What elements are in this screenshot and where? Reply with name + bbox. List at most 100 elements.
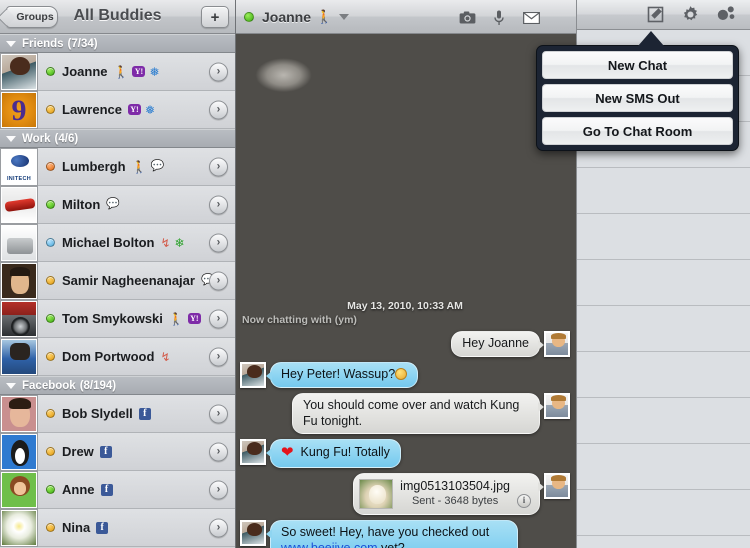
buddy-name: Lumbergh [62,159,126,174]
group-header-work[interactable]: Work (4/6) [0,129,235,148]
aim-running-man-icon: 🚶 [316,8,333,24]
chevron-right-icon[interactable]: › [209,271,228,290]
icq-badge-icon: ❄ [174,235,185,250]
buddy-row[interactable]: Dom Portwood ↯ › [0,337,235,376]
presence-dot-online [46,200,55,209]
buddy-row[interactable]: Lumbergh 🚶💬 › [0,147,235,186]
group-icon[interactable] [717,6,736,23]
chevron-right-icon[interactable]: › [209,157,228,176]
menu-item-go-to-chat-room[interactable]: Go To Chat Room [542,117,733,145]
list-item[interactable] [577,214,750,260]
service-badges: ↯ ❄ [160,237,184,249]
buddy-row[interactable]: Milton 💬 › [0,185,235,224]
msn-badge-icon: ❅ [144,102,156,117]
buddy-name: Anne [62,482,95,497]
avatar [0,337,38,376]
buddy-name: Samir Nagheenanajar [62,273,195,288]
gear-icon[interactable] [681,5,700,24]
message-row: ❤ Kung Fu! Totally [240,439,570,468]
compose-icon[interactable] [647,6,664,23]
message-bubble[interactable]: You should come over and watch Kung Fu t… [292,393,544,435]
chevron-right-icon[interactable]: › [209,347,228,366]
buddy-list-toolbar: Groups All Buddies + [0,0,235,34]
list-item[interactable] [577,352,750,398]
chevron-right-icon[interactable]: › [209,62,228,81]
chevron-right-icon[interactable]: › [209,233,228,252]
camera-icon[interactable] [458,9,476,26]
buddy-row[interactable]: Samir Nagheenanajar 💬 › [0,261,235,300]
presence-dot-busy [46,162,55,171]
avatar [0,432,38,471]
menu-item-new-sms-out[interactable]: New SMS Out [542,84,733,112]
chevron-right-icon[interactable]: › [209,518,228,537]
chat-message-list[interactable]: May 13, 2010, 10:33 AM Now chatting with… [236,34,576,548]
chevron-right-icon[interactable]: › [209,480,228,499]
disclosure-triangle-icon[interactable] [6,40,16,47]
buddy-name: Tom Smykowski [62,311,163,326]
facebook-badge-icon: f [96,521,109,534]
buddy-row[interactable]: Anne f › [0,470,235,509]
disclosure-triangle-icon[interactable] [6,135,16,142]
message-bubble[interactable]: Hey Joanne [451,331,544,357]
list-item[interactable] [577,306,750,352]
chevron-right-icon[interactable]: › [209,404,228,423]
avatar [0,508,38,547]
group-name: Facebook [22,379,76,392]
avatar [240,520,266,546]
avatar [0,299,38,338]
buddy-row[interactable]: Lawrence Y!❅ › [0,90,235,129]
message-bubble[interactable]: ❤ Kung Fu! Totally [266,439,401,468]
menu-item-new-chat[interactable]: New Chat [542,51,733,79]
message-bubble[interactable]: Hey Peter! Wassup? [265,362,419,388]
yahoo-badge-icon: Y! [187,313,201,324]
file-meta: img0513103504.jpg Sent - 3648 bytes [400,479,510,508]
service-badges: 🚶 💬 [132,161,165,173]
buddy-row[interactable]: Michael Bolton ↯ ❄ › [0,223,235,262]
service-badges: Y! ❅ [127,102,156,117]
group-header-facebook[interactable]: Facebook (8/194) [0,376,235,395]
list-item[interactable] [577,536,750,548]
mobile-badge-icon: ↯ [160,349,171,364]
list-item[interactable] [577,168,750,214]
envelope-icon[interactable] [522,9,540,26]
chevron-right-icon[interactable]: › [209,100,228,119]
buddy-row[interactable]: Tom Smykowski 🚶 Y! › [0,299,235,338]
list-item[interactable] [577,260,750,306]
avatar [0,394,38,433]
chat-bubble-badge-icon: 💬 [106,198,120,210]
chevron-right-icon[interactable]: › [209,442,228,461]
avatar [0,147,38,186]
list-item[interactable] [577,490,750,536]
service-badges: 🚶 Y! ❅ [114,66,160,78]
buddy-list-scroll[interactable]: Friends(7/34)Joanne🚶Y!❅›LawrenceY!❅›Work… [0,34,235,548]
group-header-friends[interactable]: Friends (7/34) [0,34,235,53]
message-row: Hey Peter! Wassup? [240,362,570,388]
chevron-right-icon[interactable]: › [209,309,228,328]
message-row: So sweet! Hey, have you checked out www.… [240,520,570,548]
presence-dot-online [46,67,55,76]
avatar [240,362,266,388]
info-icon[interactable]: i [517,494,531,508]
beejive-link[interactable]: www.beejive.com [281,541,378,548]
service-badges: f [138,407,151,420]
facebook-badge-icon: f [138,407,151,420]
group-count: (7/34) [67,37,98,50]
buddy-list-panel: Groups All Buddies + Friends (7/34) Joanne… [0,0,236,548]
microphone-icon[interactable] [490,9,508,26]
message-text: Kung Fu! Totally [300,445,390,460]
buddy-row[interactable]: Bob Slydell f › [0,394,235,433]
buddy-row[interactable]: Nina f › [0,508,235,547]
list-item[interactable] [577,398,750,444]
add-buddy-button[interactable]: + [201,6,229,28]
file-transfer-bubble[interactable]: img0513103504.jpg Sent - 3648 bytes i [353,473,544,515]
disclosure-triangle-icon[interactable] [6,382,16,389]
yahoo-badge-icon: Y! [132,66,146,77]
presence-dot-away [46,276,55,285]
message-bubble[interactable]: So sweet! Hey, have you checked out www.… [266,520,518,548]
chevron-right-icon[interactable]: › [209,195,228,214]
buddy-row[interactable]: Drew f › [0,432,235,471]
chevron-down-icon[interactable] [339,13,350,20]
buddy-name: Dom Portwood [62,349,155,364]
list-item[interactable] [577,444,750,490]
buddy-row[interactable]: Joanne 🚶 Y! ❅ › [0,52,235,91]
